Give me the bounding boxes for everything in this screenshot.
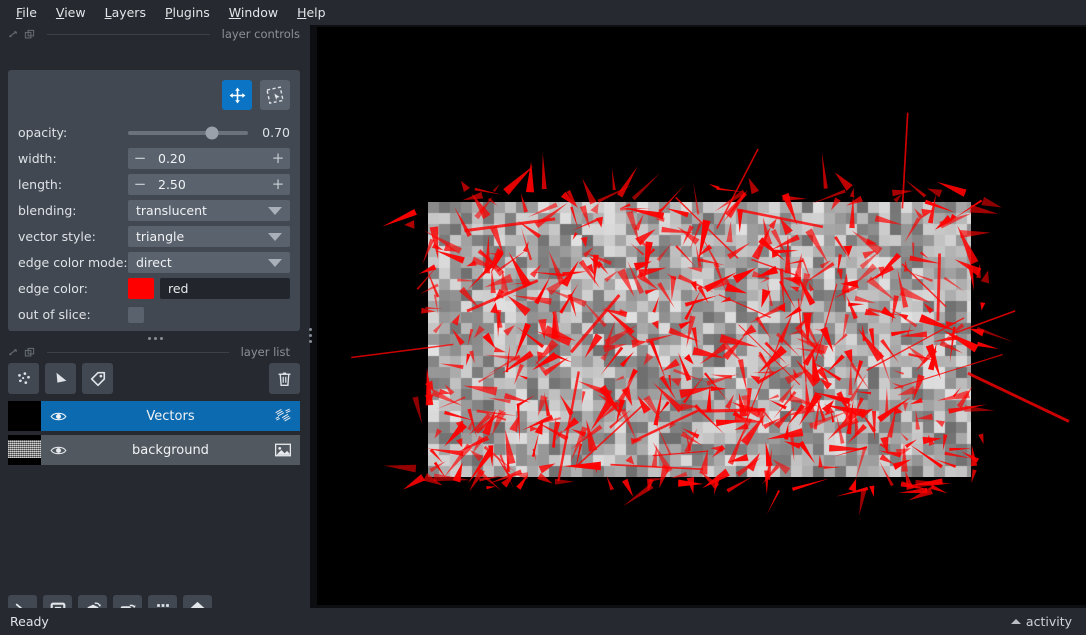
viewer-canvas[interactable] — [317, 27, 1086, 605]
blending-label: blending: — [18, 203, 77, 218]
blending-row: blending: translucent — [18, 198, 290, 223]
blending-value: translucent — [136, 203, 207, 218]
out-of-slice-label: out of slice: — [18, 307, 91, 322]
opacity-row: opacity: 0.70 — [18, 120, 290, 145]
delete-layer-button[interactable] — [269, 363, 300, 394]
pan-zoom-tool-button[interactable] — [222, 80, 252, 110]
width-spinbox[interactable]: − 0.20 + — [128, 148, 290, 169]
new-points-layer-button[interactable] — [8, 363, 39, 394]
layer-controls-label: layer controls — [221, 27, 300, 41]
dock-divider — [47, 33, 210, 35]
vector-style-dropdown[interactable]: triangle — [128, 226, 290, 247]
chevron-up-icon — [1010, 619, 1021, 624]
edge-color-swatch[interactable] — [128, 278, 154, 299]
edge-color-mode-label: edge color mode: — [18, 255, 128, 270]
layer-list: Vectors background — [8, 401, 300, 469]
menu-view[interactable]: View — [48, 2, 94, 23]
opacity-slider-handle[interactable] — [205, 126, 219, 139]
chevron-down-icon — [268, 232, 282, 241]
visibility-toggle-background[interactable] — [41, 442, 75, 459]
width-decrement-button[interactable]: − — [128, 148, 152, 169]
close-dock-icon[interactable] — [24, 347, 35, 358]
left-dock-panel: layer controls opacity: 0.70 width: − 0.… — [0, 25, 310, 624]
edge-color-mode-dropdown[interactable]: direct — [128, 252, 290, 273]
transform-select-tool-button[interactable] — [260, 80, 290, 110]
float-icon[interactable] — [8, 29, 19, 40]
out-of-slice-checkbox[interactable] — [128, 306, 144, 323]
layer-type-icon-background — [266, 441, 300, 459]
menu-help[interactable]: Help — [289, 2, 334, 23]
vector-style-row: vector style: triangle — [18, 224, 290, 249]
vertical-splitter-handle[interactable] — [305, 305, 315, 365]
eye-icon — [49, 412, 67, 420]
vector-style-label: vector style: — [18, 229, 96, 244]
status-message: Ready — [10, 614, 49, 629]
layer-type-icon-vectors — [266, 407, 300, 425]
close-dock-icon[interactable] — [24, 29, 35, 40]
edge-color-row: edge color: red — [18, 276, 290, 301]
image-icon — [274, 443, 292, 457]
layer-controls-card: opacity: 0.70 width: − 0.20 + length: − … — [8, 70, 300, 331]
length-value[interactable]: 2.50 — [152, 177, 266, 192]
main-area: layer controls opacity: 0.70 width: − 0.… — [0, 25, 1086, 624]
width-label: width: — [18, 151, 57, 166]
opacity-slider[interactable] — [128, 126, 248, 139]
length-row: length: − 2.50 + — [18, 172, 290, 197]
activity-button[interactable]: activity — [1010, 614, 1072, 629]
menu-file[interactable]: File — [8, 2, 45, 23]
length-spinbox[interactable]: − 2.50 + — [128, 174, 290, 195]
edge-color-mode-value: direct — [136, 255, 172, 270]
opacity-label: opacity: — [18, 125, 68, 140]
menu-window[interactable]: Window — [221, 2, 286, 23]
layer-action-buttons — [8, 363, 300, 394]
menu-bar: File View Layers Plugins Window Help — [0, 0, 1086, 25]
status-bar: Ready activity — [0, 608, 1086, 635]
vectors-layer — [351, 112, 1070, 516]
new-labels-layer-button[interactable] — [82, 363, 113, 394]
layer-row-vectors[interactable]: Vectors — [8, 401, 300, 431]
edge-color-mode-row: edge color mode: direct — [18, 250, 290, 275]
activity-label: activity — [1025, 614, 1072, 629]
menu-layers[interactable]: Layers — [97, 2, 154, 23]
menu-plugins[interactable]: Plugins — [157, 2, 218, 23]
layer-thumbnail — [8, 435, 41, 465]
blending-dropdown[interactable]: translucent — [128, 200, 290, 221]
layer-controls-dock-title: layer controls — [0, 25, 310, 43]
new-shapes-layer-button[interactable] — [45, 363, 76, 394]
width-value[interactable]: 0.20 — [152, 151, 266, 166]
eye-icon — [49, 446, 67, 454]
vector-style-value: triangle — [136, 229, 185, 244]
layer-list-dock-title: layer list — [0, 343, 300, 361]
labels-tag-icon — [90, 371, 105, 386]
visibility-toggle-vectors[interactable] — [41, 408, 75, 425]
width-row: width: − 0.20 + — [18, 146, 290, 171]
opacity-value: 0.70 — [262, 125, 290, 140]
chevron-down-icon — [268, 206, 282, 215]
length-label: length: — [18, 177, 63, 192]
trash-icon — [278, 372, 291, 386]
chevron-down-icon — [268, 258, 282, 267]
length-decrement-button[interactable]: − — [128, 174, 152, 195]
layer-thumbnail — [8, 401, 41, 431]
out-of-slice-row: out of slice: — [18, 302, 290, 327]
edge-color-label: edge color: — [18, 281, 88, 296]
points-icon — [17, 371, 30, 384]
mode-tool-row — [18, 80, 290, 110]
select-transform-icon — [265, 85, 284, 104]
pan-zoom-icon — [229, 87, 245, 103]
float-icon[interactable] — [8, 347, 19, 358]
layer-list-label: layer list — [240, 345, 290, 359]
length-increment-button[interactable]: + — [266, 174, 290, 195]
layer-name-background: background — [132, 442, 209, 458]
vectors-icon — [275, 408, 291, 422]
shapes-icon — [56, 372, 66, 383]
width-increment-button[interactable]: + — [266, 148, 290, 169]
dock-divider — [47, 351, 229, 353]
edge-color-text-input[interactable]: red — [160, 278, 290, 299]
layer-name-vectors: Vectors — [146, 408, 195, 424]
layer-row-background[interactable]: background — [8, 435, 300, 465]
